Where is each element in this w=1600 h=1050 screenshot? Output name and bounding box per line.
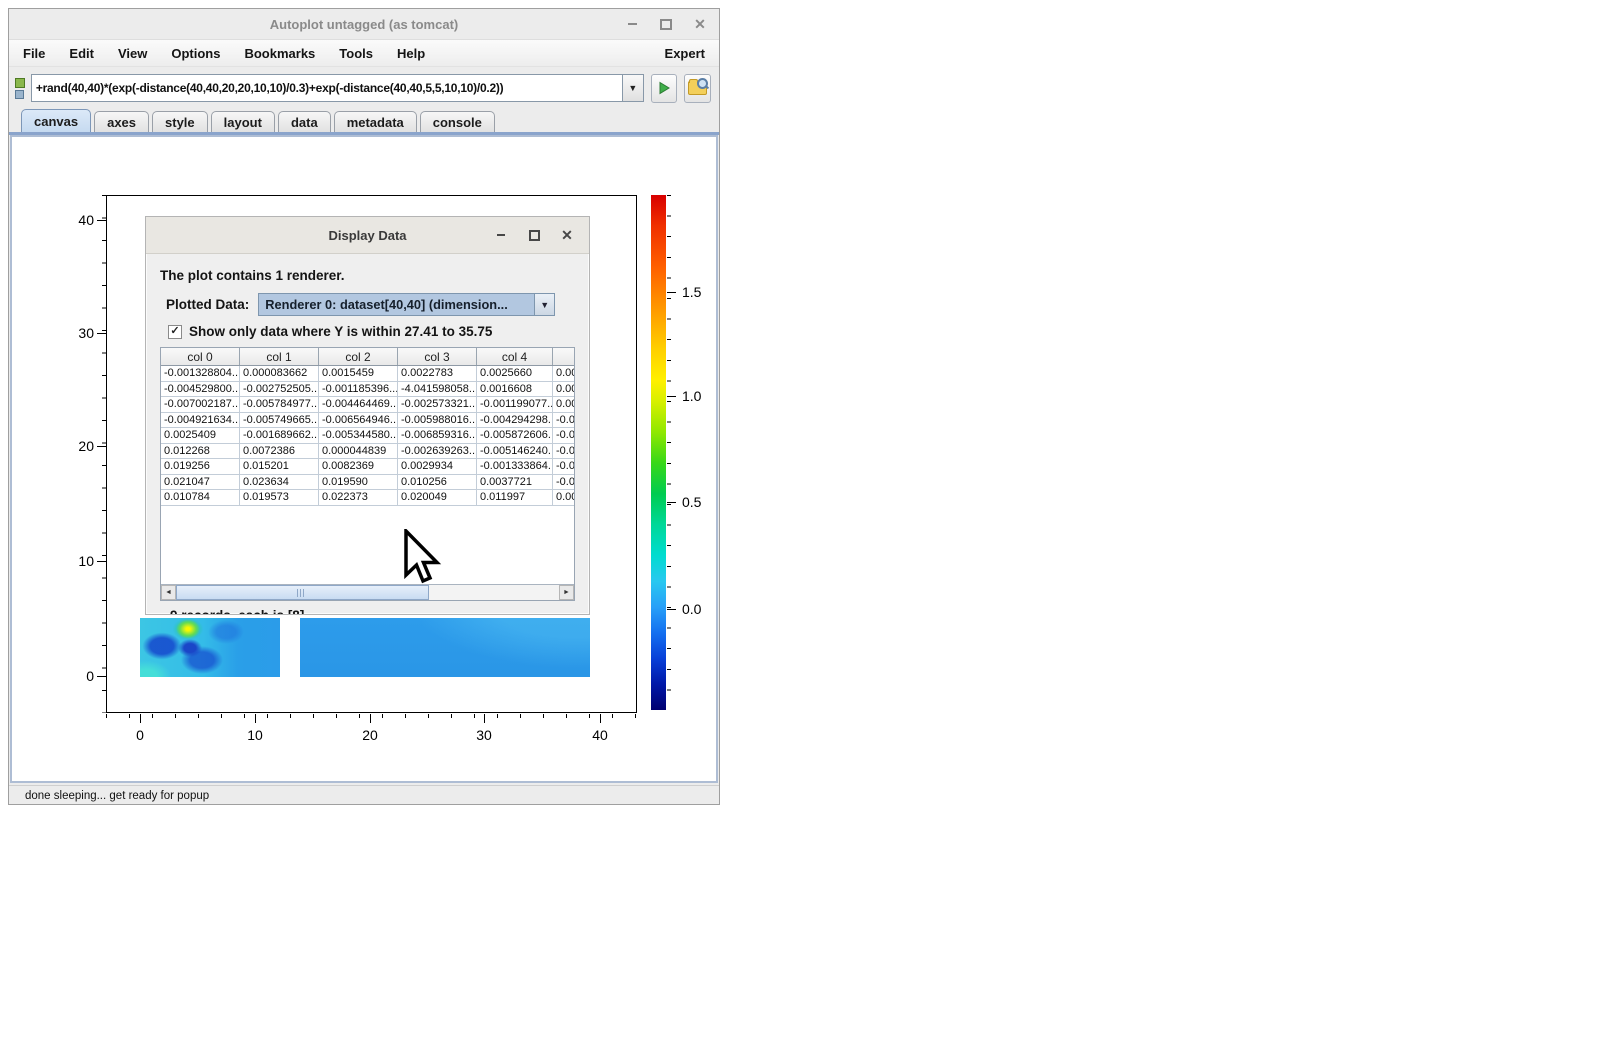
status-bar: done sleeping... get ready for popup <box>9 785 719 805</box>
uri-dropdown-button[interactable]: ▼ <box>623 74 644 102</box>
column-header[interactable] <box>553 348 575 365</box>
chevron-down-icon: ▼ <box>540 300 549 310</box>
dialog-maximize-button[interactable] <box>528 229 540 241</box>
table-row[interactable]: -0.001328804...0.0000836620.00154590.002… <box>161 366 574 382</box>
tab-canvas[interactable]: canvas <box>21 109 91 132</box>
heatmap-region-right <box>300 618 590 677</box>
browse-icon <box>688 81 707 95</box>
table-header-row: col 0 col 1 col 2 col 3 col 4 <box>161 348 574 366</box>
column-header[interactable]: col 3 <box>398 348 477 365</box>
y-tick-label: 30 <box>50 325 94 341</box>
colorbar-tick-label: 1.5 <box>682 284 701 300</box>
table-row[interactable]: -0.007002187...-0.005784977...-0.0044644… <box>161 397 574 413</box>
y-axis-minor-ticks <box>102 195 106 713</box>
x-tick-label: 40 <box>592 727 608 743</box>
menu-bar: File Edit View Options Bookmarks Tools H… <box>9 40 719 67</box>
check-icon: ✓ <box>170 326 179 337</box>
plotted-data-label: Plotted Data: <box>166 297 249 312</box>
inspect-uri-button[interactable] <box>684 74 711 103</box>
minimize-icon <box>628 23 637 25</box>
menu-options[interactable]: Options <box>171 46 220 61</box>
tab-layout[interactable]: layout <box>211 111 275 132</box>
window-title: Autoplot untagged (as tomcat) <box>270 17 459 32</box>
x-tick-label: 10 <box>247 727 263 743</box>
filter-checkbox-label: Show only data where Y is within 27.41 t… <box>189 324 492 339</box>
go-button[interactable] <box>651 74 678 103</box>
play-icon <box>657 81 671 95</box>
table-row[interactable]: -0.004529800...-0.002752505...-0.0011853… <box>161 382 574 398</box>
table-row[interactable]: 0.0025409-0.001689662...-0.005344580...-… <box>161 428 574 444</box>
y-tick-label: 40 <box>50 212 94 228</box>
filter-checkbox[interactable]: ✓ <box>168 325 182 339</box>
heatmap-region-left <box>140 618 280 677</box>
colorbar-tick-label: 0.5 <box>682 494 701 510</box>
data-source-indicator-icon <box>15 78 28 99</box>
menu-tools[interactable]: Tools <box>339 46 373 61</box>
expert-menu[interactable]: Expert <box>665 46 705 61</box>
combo-arrow-button[interactable]: ▼ <box>534 293 555 316</box>
plotted-data-value: Renderer 0: dataset[40,40] (dimension... <box>258 293 534 316</box>
colorbar-tick-label: 1.0 <box>682 388 701 404</box>
tab-axes[interactable]: axes <box>94 111 149 132</box>
tab-bar: canvas axes style layout data metadata c… <box>9 109 719 135</box>
chevron-down-icon: ▼ <box>628 83 637 93</box>
scrollbar-thumb[interactable] <box>176 585 429 600</box>
tab-data[interactable]: data <box>278 111 331 132</box>
column-header[interactable]: col 1 <box>240 348 319 365</box>
uri-toolbar: +rand(40,40)*(exp(-distance(40,40,20,20,… <box>9 67 719 109</box>
table-row[interactable]: 0.0122680.00723860.000044839-0.002639263… <box>161 444 574 460</box>
table-row[interactable]: -0.004921634...-0.005749665...-0.0065649… <box>161 413 574 429</box>
x-tick-label: 30 <box>476 727 492 743</box>
table-row[interactable]: 0.0210470.0236340.0195900.0102560.003772… <box>161 475 574 491</box>
renderer-count-text: The plot contains 1 renderer. <box>160 268 577 283</box>
minimize-icon <box>497 234 505 236</box>
minimize-button[interactable] <box>625 17 639 31</box>
horizontal-scrollbar[interactable]: ◄ ► <box>161 584 574 600</box>
mouse-cursor <box>404 529 442 585</box>
x-tick-label: 20 <box>362 727 378 743</box>
table-row[interactable]: 0.0107840.0195730.0223730.0200490.011997… <box>161 490 574 506</box>
tab-style[interactable]: style <box>152 111 208 132</box>
dialog-title-bar[interactable]: Display Data ✕ <box>146 217 589 254</box>
colorbar-tick-label: 0.0 <box>682 601 701 617</box>
dialog-title: Display Data <box>328 228 406 243</box>
status-text: done sleeping... get ready for popup <box>25 790 209 802</box>
scroll-left-button[interactable]: ◄ <box>161 585 176 600</box>
menu-view[interactable]: View <box>118 46 147 61</box>
dialog-close-button[interactable]: ✕ <box>561 229 573 241</box>
menu-help[interactable]: Help <box>397 46 425 61</box>
menu-file[interactable]: File <box>23 46 45 61</box>
record-count-text: 9 records, each is [8] <box>158 601 577 615</box>
table-row[interactable]: 0.0192560.0152010.00823690.0029934-0.001… <box>161 459 574 475</box>
colorbar-minor-ticks <box>667 195 671 710</box>
maximize-icon <box>660 19 672 30</box>
display-data-dialog: Display Data ✕ The plot contains 1 rende… <box>145 216 590 615</box>
tab-metadata[interactable]: metadata <box>334 111 417 132</box>
plotted-data-combobox[interactable]: Renderer 0: dataset[40,40] (dimension...… <box>258 293 555 316</box>
app-window: Autoplot untagged (as tomcat) ✕ File Edi… <box>8 8 720 805</box>
y-tick-label: 10 <box>50 553 94 569</box>
close-button[interactable]: ✕ <box>693 17 707 31</box>
title-bar: Autoplot untagged (as tomcat) ✕ <box>9 9 719 40</box>
column-header[interactable]: col 2 <box>319 348 398 365</box>
y-tick-label: 0 <box>50 668 94 684</box>
column-header[interactable]: col 4 <box>477 348 553 365</box>
uri-input[interactable]: +rand(40,40)*(exp(-distance(40,40,20,20,… <box>31 74 623 102</box>
maximize-button[interactable] <box>659 17 673 31</box>
colorbar <box>651 195 666 710</box>
x-axis-minor-ticks <box>106 714 637 718</box>
column-header[interactable]: col 0 <box>161 348 240 365</box>
scroll-right-button[interactable]: ► <box>559 585 574 600</box>
menu-bookmarks[interactable]: Bookmarks <box>244 46 315 61</box>
data-table: col 0 col 1 col 2 col 3 col 4 -0.0013288… <box>160 347 575 601</box>
y-tick-label: 20 <box>50 438 94 454</box>
x-tick-label: 0 <box>136 727 144 743</box>
menu-edit[interactable]: Edit <box>69 46 94 61</box>
tab-console[interactable]: console <box>420 111 495 132</box>
scrollbar-track[interactable] <box>176 585 559 600</box>
plot-canvas[interactable]: 40 30 20 10 0 0 10 20 30 40 1.5 1.0 0.5 … <box>10 135 718 783</box>
maximize-icon <box>529 230 540 241</box>
dialog-minimize-button[interactable] <box>495 229 507 241</box>
